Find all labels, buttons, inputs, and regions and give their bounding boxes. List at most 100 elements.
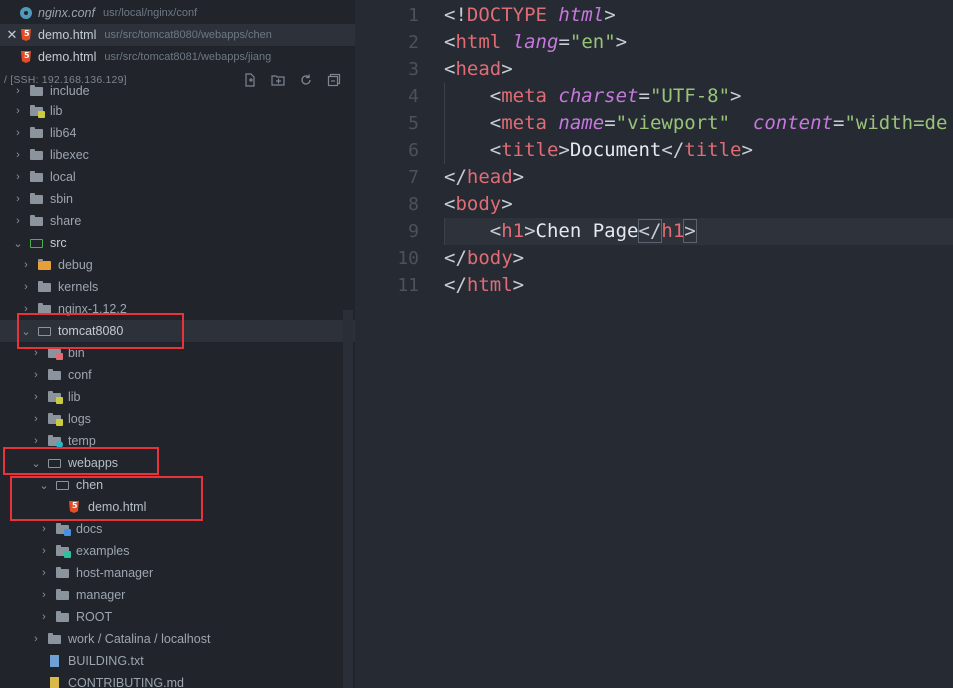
tree-folder-src[interactable]: ⌄ src bbox=[0, 232, 355, 254]
tree-item-label: chen bbox=[76, 478, 104, 492]
folder-open-icon bbox=[56, 479, 70, 491]
text-file-icon bbox=[48, 655, 62, 667]
tree-item-label: manager bbox=[76, 588, 126, 602]
tree-folder-temp[interactable]: › temp bbox=[0, 430, 355, 452]
line-number: 4 bbox=[408, 86, 419, 107]
tree-folder-lib-tomcat[interactable]: › lib bbox=[0, 386, 355, 408]
code-token: lang bbox=[512, 31, 559, 53]
folder-icon bbox=[30, 85, 44, 97]
tree-folder-sbin[interactable]: › sbin bbox=[0, 188, 355, 210]
chevron-right-icon: › bbox=[34, 633, 38, 645]
src-folder-icon bbox=[30, 237, 44, 249]
line-number: 2 bbox=[408, 32, 419, 53]
code-token: > bbox=[512, 274, 525, 296]
logs-folder-icon bbox=[48, 413, 63, 426]
tree-item-label: logs bbox=[68, 412, 91, 426]
tree-folder-bin[interactable]: › bin bbox=[0, 342, 355, 364]
code-token: <! bbox=[444, 4, 467, 26]
chevron-down-icon: ⌄ bbox=[13, 237, 23, 250]
tree-folder-tomcat8080[interactable]: ⌄ tomcat8080 bbox=[0, 320, 355, 342]
folder-icon bbox=[56, 567, 70, 579]
code-token: charset bbox=[558, 85, 639, 107]
tree-folder-logs[interactable]: › logs bbox=[0, 408, 355, 430]
folder-open-icon bbox=[38, 325, 52, 337]
code-line: <meta name="viewport" content="width=de bbox=[444, 110, 948, 137]
chevron-right-icon: › bbox=[16, 215, 20, 227]
tree-folder-work[interactable]: › work / Catalina / localhost bbox=[0, 628, 355, 650]
html5-icon bbox=[68, 501, 82, 513]
chevron-right-icon: › bbox=[24, 281, 28, 293]
tree-item-label: bin bbox=[68, 346, 85, 360]
tree-folder-root[interactable]: › ROOT bbox=[0, 606, 355, 628]
folder-icon bbox=[38, 281, 52, 293]
tree-folder-manager[interactable]: › manager bbox=[0, 584, 355, 606]
temp-folder-icon bbox=[48, 435, 63, 448]
tree-folder-kernels[interactable]: › kernels bbox=[0, 276, 355, 298]
tree-item-label: lib bbox=[68, 390, 81, 404]
code-token: Chen Page bbox=[535, 220, 639, 242]
code-token: > bbox=[524, 220, 536, 242]
code-line: </html> bbox=[444, 272, 524, 299]
line-number: 6 bbox=[408, 140, 419, 161]
tree-folder-include[interactable]: › include bbox=[0, 80, 355, 102]
folder-icon bbox=[30, 127, 44, 139]
code-line: </head> bbox=[444, 164, 524, 191]
tree-item-label: examples bbox=[76, 544, 130, 558]
tree-item-label: nginx-1.12.2 bbox=[58, 302, 127, 316]
line-number: 11 bbox=[397, 275, 419, 296]
line-number: 8 bbox=[408, 194, 419, 215]
tree-folder-chen[interactable]: ⌄ chen bbox=[0, 474, 355, 496]
tree-folder-host-manager[interactable]: › host-manager bbox=[0, 562, 355, 584]
code-line: <html lang="en"> bbox=[444, 29, 627, 56]
tree-file-building-txt[interactable]: BUILDING.txt bbox=[0, 650, 355, 672]
code-token: > bbox=[730, 85, 742, 107]
tree-folder-nginx[interactable]: › nginx-1.12.2 bbox=[0, 298, 355, 320]
code-line: <head> bbox=[444, 56, 513, 83]
lib-folder-icon bbox=[48, 391, 63, 404]
folder-icon bbox=[30, 215, 44, 227]
code-editor[interactable]: 1 2 3 4 5 6 7 8 9 10 11 <!DOCTYPE html> <html lang=… bbox=[355, 0, 953, 688]
markdown-file-icon bbox=[48, 677, 62, 688]
open-file-path: usr/local/nginx/conf bbox=[102, 7, 198, 19]
tree-file-demo-html[interactable]: demo.html bbox=[0, 496, 355, 518]
tree-item-label: demo.html bbox=[88, 500, 147, 514]
file-explorer-sidebar: nginx.conf usr/local/nginx/conf ✕ demo.h… bbox=[0, 0, 355, 688]
open-file-path: usr/src/tomcat8081/webapps/jiang bbox=[104, 51, 272, 63]
tree-folder-conf[interactable]: › conf bbox=[0, 364, 355, 386]
chevron-right-icon: › bbox=[42, 545, 46, 557]
tree-item-label: libexec bbox=[50, 148, 89, 162]
tree-item-label: debug bbox=[58, 258, 93, 272]
tree-folder-debug[interactable]: › debug bbox=[0, 254, 355, 276]
tree-folder-docs[interactable]: › docs bbox=[0, 518, 355, 540]
tree-folder-libexec[interactable]: › libexec bbox=[0, 144, 355, 166]
tree-folder-webapps[interactable]: ⌄ webapps bbox=[0, 452, 355, 474]
tree-item-label: ROOT bbox=[76, 610, 113, 624]
code-line: <meta charset="UTF-8"> bbox=[444, 83, 742, 110]
tree-folder-local[interactable]: › local bbox=[0, 166, 355, 188]
code-token: > bbox=[558, 139, 570, 161]
lib-folder-icon bbox=[30, 105, 45, 118]
tree-folder-share[interactable]: › share bbox=[0, 210, 355, 232]
tree-folder-examples[interactable]: › examples bbox=[0, 540, 355, 562]
chevron-right-icon: › bbox=[34, 391, 38, 403]
open-file-demo-html-jiang[interactable]: demo.html usr/src/tomcat8081/webapps/jia… bbox=[0, 46, 355, 68]
chevron-right-icon: › bbox=[24, 303, 28, 315]
tree-item-label: BUILDING.txt bbox=[68, 654, 144, 668]
html5-icon bbox=[20, 51, 32, 63]
sidebar-scrollbar[interactable] bbox=[343, 310, 353, 688]
open-file-nginx-conf[interactable]: nginx.conf usr/local/nginx/conf bbox=[0, 2, 355, 24]
tree-item-label: share bbox=[50, 214, 82, 228]
tree-file-contributing-md[interactable]: CONTRIBUTING.md bbox=[0, 672, 355, 688]
open-file-demo-html-chen[interactable]: ✕ demo.html usr/src/tomcat8080/webapps/c… bbox=[0, 24, 355, 46]
code-token: html bbox=[558, 4, 605, 26]
tree-folder-lib64[interactable]: › lib64 bbox=[0, 122, 355, 144]
code-token: > bbox=[604, 4, 616, 26]
chevron-right-icon: › bbox=[24, 259, 28, 271]
code-token: < bbox=[444, 58, 456, 80]
tree-folder-lib[interactable]: › lib bbox=[0, 100, 355, 122]
code-token: Document bbox=[569, 139, 662, 161]
code-token: meta bbox=[501, 112, 547, 134]
close-icon[interactable]: ✕ bbox=[4, 27, 20, 43]
